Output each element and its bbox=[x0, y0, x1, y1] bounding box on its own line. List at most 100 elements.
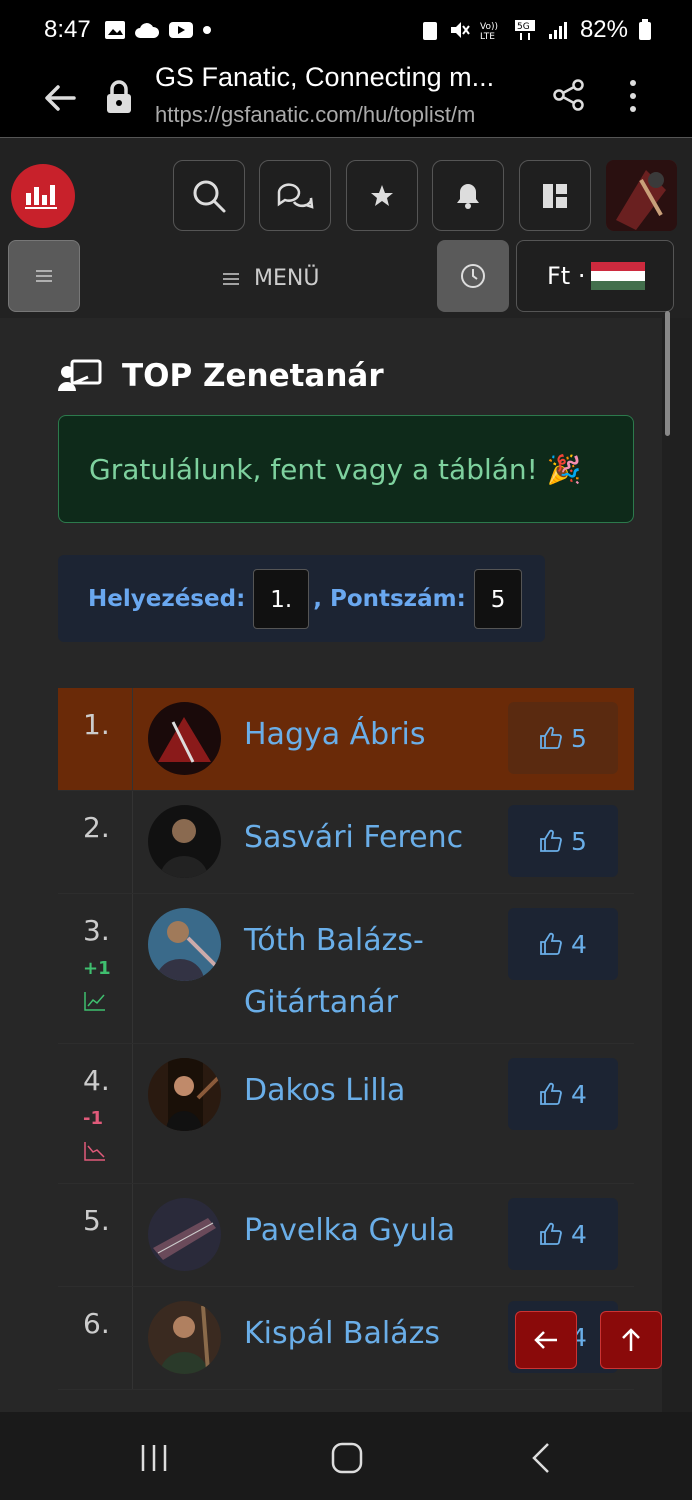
svg-text:Vo)): Vo)) bbox=[480, 22, 498, 32]
rank-number: 1. bbox=[83, 708, 110, 741]
rank-number: 3. bbox=[83, 914, 110, 947]
like-count: 4 bbox=[571, 929, 587, 959]
avatar[interactable] bbox=[148, 805, 221, 878]
avatar[interactable] bbox=[148, 1198, 221, 1271]
menu-icon bbox=[223, 272, 239, 285]
like-count: 5 bbox=[571, 826, 587, 856]
teacher-name[interactable]: Pavelka Gyula bbox=[244, 1200, 504, 1262]
toplist-row[interactable]: 2. Sasvári Ferenc 5 bbox=[58, 791, 634, 894]
rank-number: 2. bbox=[83, 811, 110, 844]
thumbs-up-icon bbox=[540, 1222, 562, 1245]
score-value: 5 bbox=[473, 568, 523, 629]
lock-icon[interactable] bbox=[104, 80, 134, 114]
avatar-image bbox=[606, 160, 677, 231]
browser-toolbar: GS Fanatic, Connecting m... https://gsfa… bbox=[0, 62, 692, 138]
avatar[interactable] bbox=[148, 1301, 221, 1374]
star-icon bbox=[371, 184, 393, 206]
battery-icon bbox=[639, 19, 651, 40]
score-label: Pontszám bbox=[329, 585, 457, 612]
thumbs-up-icon bbox=[540, 1082, 562, 1105]
share-icon[interactable] bbox=[552, 78, 586, 112]
teacher-name[interactable]: Sasvári Ferenc bbox=[244, 807, 504, 869]
bell-icon bbox=[457, 183, 479, 209]
rank-number: 5. bbox=[83, 1204, 110, 1237]
congrats-alert: Gratulálunk, fent vagy a táblán! 🎉 bbox=[58, 415, 634, 523]
teacher-name[interactable]: Hagya Ábris bbox=[244, 704, 504, 766]
dashboard-button[interactable] bbox=[519, 160, 591, 231]
more-options-icon[interactable] bbox=[625, 78, 641, 114]
page-title-tab[interactable]: GS Fanatic, Connecting m... bbox=[155, 62, 494, 93]
avatar-image bbox=[148, 908, 221, 981]
back-button[interactable] bbox=[515, 1311, 577, 1369]
gallery-icon bbox=[105, 21, 125, 39]
home-icon[interactable] bbox=[331, 1442, 363, 1474]
avatar-image bbox=[148, 805, 221, 878]
search-button[interactable] bbox=[173, 160, 245, 231]
battery-saver-icon bbox=[422, 22, 437, 40]
avatar-image bbox=[148, 1198, 221, 1271]
dot-icon bbox=[203, 26, 211, 34]
back-arrow-icon[interactable] bbox=[40, 78, 80, 118]
avatar-image bbox=[148, 1058, 221, 1131]
rank-column: 5. bbox=[58, 1184, 133, 1286]
trend-up-icon bbox=[84, 992, 105, 1011]
like-count: 4 bbox=[571, 1219, 587, 1249]
thumbs-up-icon bbox=[540, 726, 562, 749]
like-count: 5 bbox=[571, 723, 587, 753]
search-icon bbox=[193, 180, 226, 212]
rank-column: 3. +1 bbox=[58, 894, 133, 1043]
like-button[interactable]: 4 bbox=[508, 1198, 618, 1270]
signal-icon bbox=[548, 22, 567, 39]
teacher-name[interactable]: Dakos Lilla bbox=[244, 1060, 504, 1122]
dashboard-icon bbox=[543, 183, 567, 208]
main-menu-button[interactable]: MENÜ bbox=[222, 266, 319, 291]
url-address[interactable]: https://gsfanatic.com/hu/toplist/m bbox=[155, 102, 475, 128]
hamburger-icon bbox=[36, 270, 52, 282]
alert-text: Gratulálunk, fent vagy a táblán! 🎉 bbox=[89, 452, 582, 486]
rank-value: 1. bbox=[253, 568, 310, 629]
like-count: 4 bbox=[571, 1079, 587, 1109]
hungarian-flag-icon bbox=[591, 262, 646, 290]
notifications-button[interactable] bbox=[432, 160, 504, 231]
like-button[interactable]: 5 bbox=[508, 805, 618, 877]
sidebar-toggle-button[interactable] bbox=[8, 240, 80, 312]
teacher-name[interactable]: Tóth Balázs-Gitártanár bbox=[244, 910, 524, 1034]
currency-language-button[interactable]: Ft · bbox=[516, 240, 674, 312]
system-nav-bar bbox=[0, 1412, 692, 1500]
status-time: 8:47 bbox=[44, 16, 91, 43]
avatar-image bbox=[148, 1301, 221, 1374]
nav-back-icon[interactable] bbox=[530, 1442, 552, 1474]
system-status: Vo)) LTE 5G 82% bbox=[422, 16, 652, 44]
like-button[interactable]: 4 bbox=[508, 908, 618, 980]
favorites-button[interactable] bbox=[346, 160, 418, 231]
like-button[interactable]: 4 bbox=[508, 1058, 618, 1130]
toplist-row[interactable]: 3. +1 Tóth Balázs-Gitártanár 4 bbox=[58, 894, 634, 1044]
avatar[interactable] bbox=[148, 1058, 221, 1131]
like-button[interactable]: 5 bbox=[508, 702, 618, 774]
teacher-name[interactable]: Kispál Balázs bbox=[244, 1303, 504, 1365]
avatar[interactable] bbox=[148, 702, 221, 775]
toplist-row[interactable]: 1. Hagya Ábris 5 bbox=[58, 688, 634, 791]
page-heading: TOP Zenetanár bbox=[58, 358, 384, 394]
avatar[interactable] bbox=[148, 908, 221, 981]
site-logo[interactable] bbox=[11, 164, 75, 228]
cloud-icon bbox=[135, 23, 160, 38]
rank-number: 6. bbox=[83, 1307, 110, 1340]
rank-column: 6. bbox=[58, 1287, 133, 1389]
toplist-row[interactable]: 4. -1 Dakos Lilla 4 bbox=[58, 1044, 634, 1184]
messages-button[interactable] bbox=[259, 160, 331, 231]
status-bar: 8:47 Vo)) LTE 5G 82% bbox=[0, 0, 692, 62]
currency-label: Ft · bbox=[547, 262, 586, 290]
recent-apps-icon[interactable] bbox=[140, 1444, 168, 1472]
volte-icon: Vo))LTE bbox=[480, 22, 498, 41]
history-button[interactable] bbox=[437, 240, 509, 312]
rank-column: 1. bbox=[58, 688, 133, 790]
rank-change-up: +1 bbox=[83, 958, 111, 979]
page-scrollbar[interactable] bbox=[665, 311, 670, 436]
scroll-top-button[interactable] bbox=[600, 1311, 662, 1369]
user-avatar[interactable] bbox=[606, 160, 677, 231]
battery-percent: 82% bbox=[579, 16, 628, 43]
toplist-row[interactable]: 5. Pavelka Gyula 4 bbox=[58, 1184, 634, 1287]
thumbs-up-icon bbox=[540, 932, 562, 955]
svg-text:5G: 5G bbox=[517, 22, 530, 32]
